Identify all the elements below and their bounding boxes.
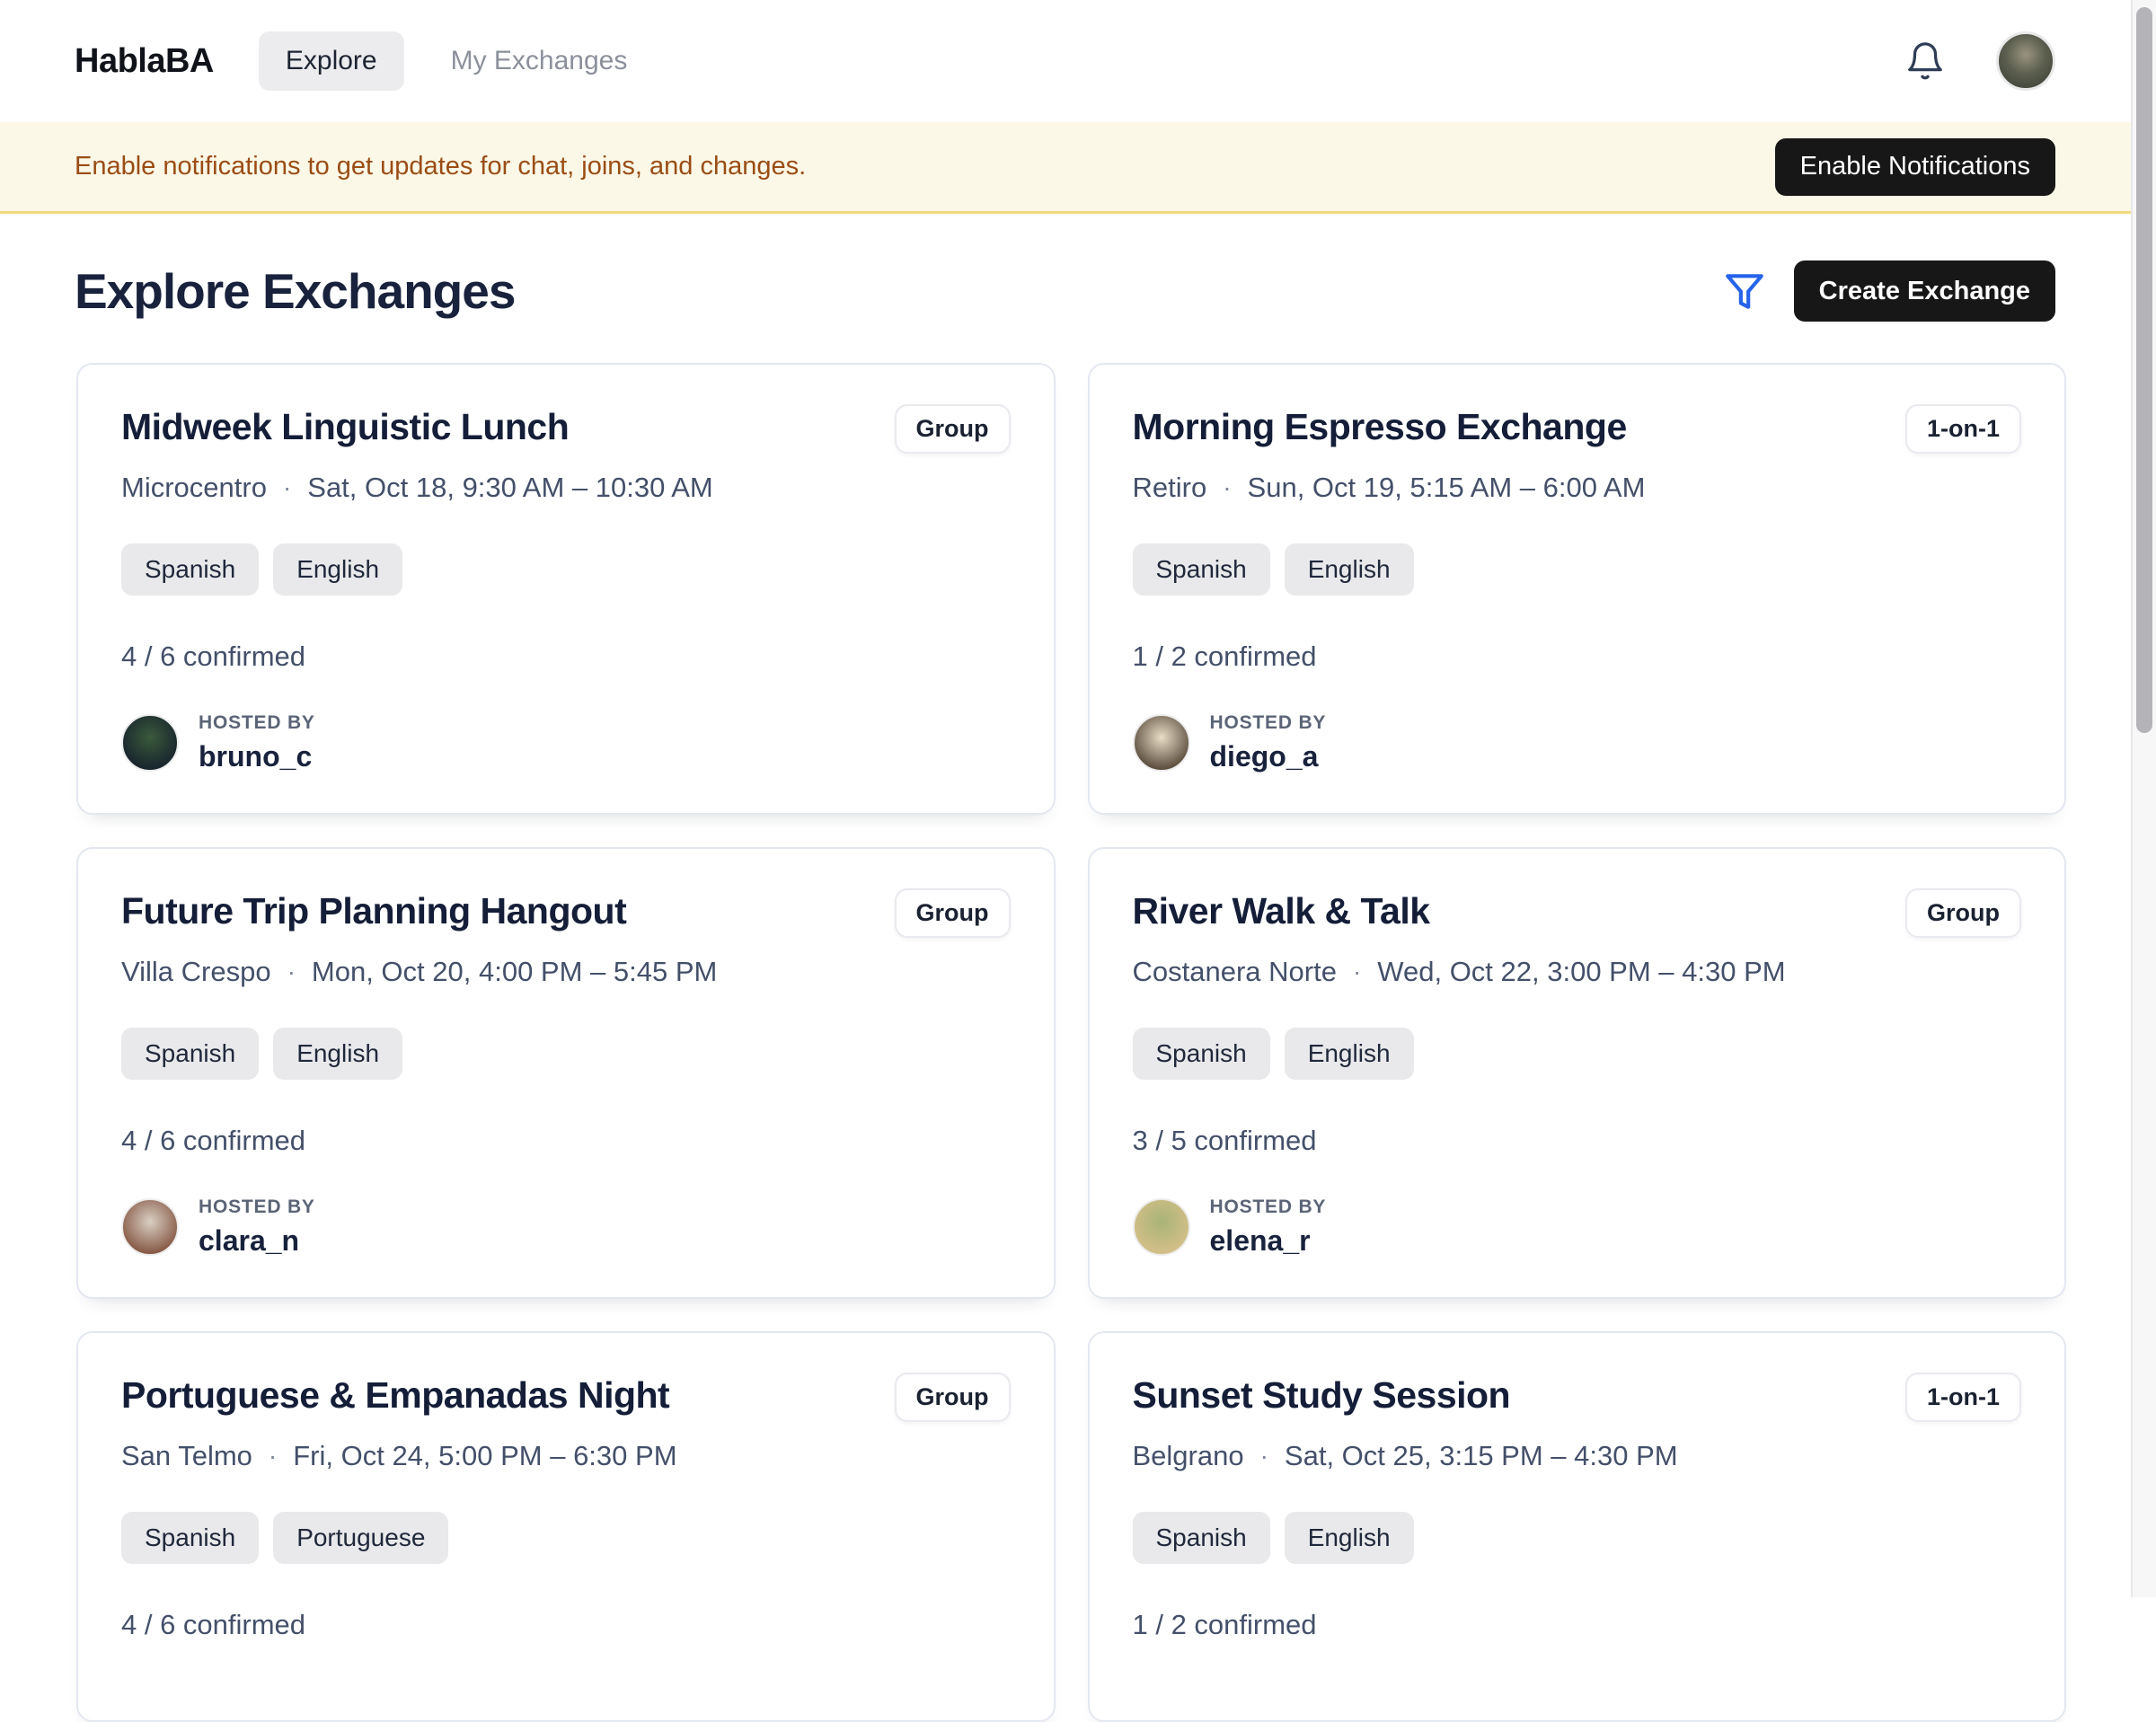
exchange-card[interactable]: Portuguese & Empanadas Night Group San T… [76, 1331, 1056, 1722]
language-tags: Spanish English [1133, 543, 2022, 596]
language-tag-spanish: Spanish [1133, 543, 1270, 596]
hosted-by-label: HOSTED BY [199, 712, 315, 734]
notification-banner: Enable notifications to get updates for … [0, 122, 2156, 214]
language-tag-english: English [1285, 1028, 1414, 1080]
exchange-meta: San Telmo · Fri, Oct 24, 5:00 PM – 6:30 … [121, 1440, 1011, 1472]
language-tag-spanish: Spanish [121, 543, 259, 596]
exchange-location: Retiro [1133, 472, 1207, 504]
hosted-by-label: HOSTED BY [199, 1197, 315, 1218]
exchange-meta: Microcentro · Sat, Oct 18, 9:30 AM – 10:… [121, 472, 1011, 504]
meta-separator: · [1223, 473, 1231, 502]
meta-separator: · [1260, 1442, 1268, 1470]
meta-separator: · [1353, 958, 1361, 986]
exchange-type-badge: Group [1905, 888, 2021, 938]
bell-icon [1904, 40, 1946, 82]
exchange-title: Morning Espresso Exchange [1133, 404, 1885, 450]
exchange-type-badge: Group [895, 404, 1011, 454]
exchange-meta: Costanera Norte · Wed, Oct 22, 3:00 PM –… [1133, 956, 2022, 988]
exchange-title: Portuguese & Empanadas Night [121, 1373, 873, 1418]
host-avatar [1133, 1198, 1190, 1256]
user-avatar[interactable] [1996, 31, 2055, 91]
language-tag-english: English [1285, 1512, 1414, 1564]
exchange-datetime: Mon, Oct 20, 4:00 PM – 5:45 PM [312, 956, 717, 988]
enable-notifications-button[interactable]: Enable Notifications [1775, 138, 2055, 196]
exchange-location: Costanera Norte [1133, 956, 1337, 988]
meta-separator: · [269, 1442, 277, 1470]
language-tag-english: English [1285, 543, 1414, 596]
confirmed-count: 4 / 6 confirmed [121, 1125, 1011, 1157]
scrollbar-track[interactable] [2131, 0, 2156, 1597]
exchange-location: San Telmo [121, 1440, 252, 1472]
exchange-meta: Belgrano · Sat, Oct 25, 3:15 PM – 4:30 P… [1133, 1440, 2022, 1472]
exchange-location: Villa Crespo [121, 956, 271, 988]
exchange-type-badge: Group [895, 1373, 1011, 1422]
confirmed-count: 4 / 6 confirmed [121, 1609, 1011, 1641]
exchange-datetime: Sat, Oct 18, 9:30 AM – 10:30 AM [307, 472, 712, 504]
tab-explore[interactable]: Explore [259, 31, 404, 91]
exchange-meta: Retiro · Sun, Oct 19, 5:15 AM – 6:00 AM [1133, 472, 2022, 504]
exchange-card[interactable]: Morning Espresso Exchange 1-on-1 Retiro … [1088, 363, 2067, 815]
filter-button[interactable] [1722, 269, 1767, 313]
exchange-datetime: Wed, Oct 22, 3:00 PM – 4:30 PM [1377, 956, 1785, 988]
language-tag-spanish: Spanish [121, 1028, 259, 1080]
exchange-title: Future Trip Planning Hangout [121, 888, 873, 934]
confirmed-count: 3 / 5 confirmed [1133, 1125, 2022, 1157]
exchange-card[interactable]: River Walk & Talk Group Costanera Norte … [1088, 847, 2067, 1299]
language-tag-portuguese: Portuguese [273, 1512, 448, 1564]
host-avatar [121, 1198, 179, 1256]
language-tag-english: English [273, 543, 402, 596]
host-name: elena_r [1210, 1224, 1327, 1258]
exchange-location: Microcentro [121, 472, 267, 504]
meta-separator: · [283, 473, 291, 502]
language-tag-spanish: Spanish [1133, 1512, 1270, 1564]
language-tags: Spanish English [1133, 1512, 2022, 1564]
page-head: Explore Exchanges Create Exchange [0, 214, 2156, 363]
notifications-bell-button[interactable] [1904, 40, 1946, 82]
exchange-type-badge: 1-on-1 [1905, 1373, 2021, 1422]
hosted-by-label: HOSTED BY [1210, 712, 1327, 734]
exchange-title: Midweek Linguistic Lunch [121, 404, 873, 450]
filter-icon [1722, 269, 1767, 313]
language-tag-spanish: Spanish [1133, 1028, 1270, 1080]
host-name: clara_n [199, 1224, 315, 1258]
exchange-title: River Walk & Talk [1133, 888, 1885, 934]
confirmed-count: 4 / 6 confirmed [121, 640, 1011, 673]
language-tag-english: English [273, 1028, 402, 1080]
host-name: diego_a [1210, 740, 1327, 773]
language-tags: Spanish English [121, 1028, 1011, 1080]
exchange-card[interactable]: Midweek Linguistic Lunch Group Microcent… [76, 363, 1056, 815]
host-avatar [121, 714, 179, 772]
host-avatar [1133, 714, 1190, 772]
exchanges-grid: Midweek Linguistic Lunch Group Microcent… [0, 363, 2156, 1722]
exchange-meta: Villa Crespo · Mon, Oct 20, 4:00 PM – 5:… [121, 956, 1011, 988]
confirmed-count: 1 / 2 confirmed [1133, 1609, 2022, 1641]
meta-separator: · [287, 958, 296, 986]
exchange-title: Sunset Study Session [1133, 1373, 1885, 1418]
language-tags: Spanish English [121, 543, 1011, 596]
language-tags: Spanish Portuguese [121, 1512, 1011, 1564]
exchange-card[interactable]: Future Trip Planning Hangout Group Villa… [76, 847, 1056, 1299]
exchange-datetime: Fri, Oct 24, 5:00 PM – 6:30 PM [293, 1440, 676, 1472]
exchange-datetime: Sat, Oct 25, 3:15 PM – 4:30 PM [1285, 1440, 1678, 1472]
confirmed-count: 1 / 2 confirmed [1133, 640, 2022, 673]
app-header: HablaBA Explore My Exchanges [0, 0, 2156, 122]
exchange-type-badge: 1-on-1 [1905, 404, 2021, 454]
scrollbar-thumb[interactable] [2136, 7, 2152, 733]
host-name: bruno_c [199, 740, 315, 773]
app-logo[interactable]: HablaBA [75, 42, 214, 81]
language-tags: Spanish English [1133, 1028, 2022, 1080]
tab-my-exchanges[interactable]: My Exchanges [424, 31, 655, 91]
exchange-location: Belgrano [1133, 1440, 1244, 1472]
main-nav: Explore My Exchanges [259, 31, 1904, 91]
exchange-type-badge: Group [895, 888, 1011, 938]
hosted-by-label: HOSTED BY [1210, 1197, 1327, 1218]
exchange-card[interactable]: Sunset Study Session 1-on-1 Belgrano · S… [1088, 1331, 2067, 1722]
banner-message: Enable notifications to get updates for … [75, 152, 1775, 181]
page-title: Explore Exchanges [75, 262, 1722, 320]
create-exchange-button[interactable]: Create Exchange [1794, 261, 2055, 322]
language-tag-spanish: Spanish [121, 1512, 259, 1564]
exchange-datetime: Sun, Oct 19, 5:15 AM – 6:00 AM [1248, 472, 1646, 504]
